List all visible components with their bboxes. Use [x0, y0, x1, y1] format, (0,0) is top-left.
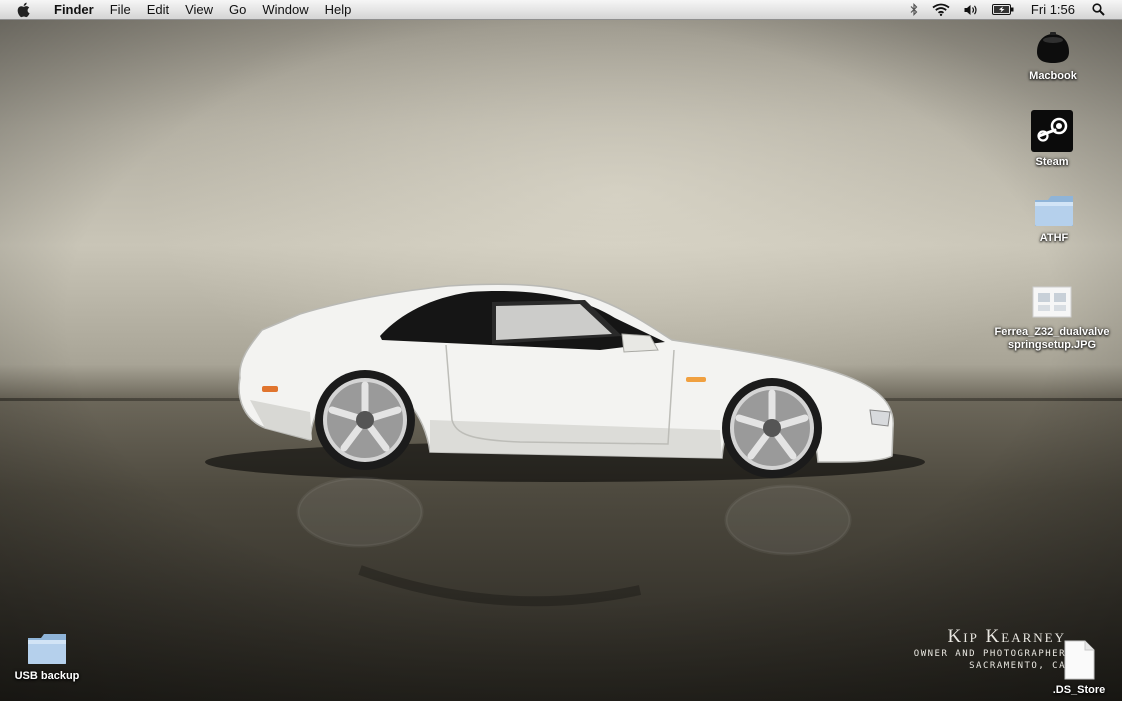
menu-edit[interactable]: Edit: [139, 0, 177, 19]
wifi-icon[interactable]: [932, 0, 950, 19]
desktop-icon-ds-store[interactable]: .DS_Store: [1014, 640, 1122, 697]
desktop-icon-label: Ferrea_Z32_dualvalve: [994, 326, 1110, 338]
menu-view[interactable]: View: [177, 0, 221, 19]
desktop-icon-steam[interactable]: Steam: [987, 110, 1117, 169]
menu-clock[interactable]: Fri 1:56: [1031, 2, 1075, 17]
menu-finder[interactable]: Finder: [42, 0, 102, 19]
menu-file[interactable]: File: [102, 0, 139, 19]
folder-icon: [26, 632, 68, 666]
desktop-icon-ferrea-jpg[interactable]: Ferrea_Z32_dualvalve springsetup.JPG: [987, 286, 1117, 352]
menu-help[interactable]: Help: [317, 0, 360, 19]
wallpaper-car: [205, 283, 925, 607]
menu-bar: Finder File Edit View Go Window Help Fri…: [0, 0, 1122, 20]
desktop-icon-label: Macbook: [1029, 70, 1077, 82]
steam-icon: [1031, 110, 1073, 152]
desktop-icon-label: ATHF: [1039, 232, 1069, 244]
document-icon: [1063, 640, 1095, 680]
volume-icon[interactable]: [964, 0, 978, 19]
desktop-icon-label-line2: springsetup.JPG: [1007, 339, 1097, 351]
apple-logo-icon[interactable]: [16, 0, 32, 19]
desktop-icon-label: USB backup: [14, 670, 80, 682]
spotlight-search-icon[interactable]: [1092, 0, 1105, 19]
battery-charging-icon[interactable]: [991, 0, 1014, 19]
menu-window[interactable]: Window: [254, 0, 316, 19]
jpg-file-icon: [1032, 286, 1072, 318]
desktop-icon-label: .DS_Store: [1052, 684, 1106, 696]
bluetooth-icon[interactable]: [910, 0, 918, 19]
desktop-icon-athf[interactable]: ATHF: [989, 194, 1119, 245]
desktop-icon-macbook[interactable]: Macbook: [988, 30, 1118, 83]
folder-icon: [1033, 194, 1075, 228]
desktop-icon-label: Steam: [1035, 156, 1069, 168]
menu-go[interactable]: Go: [221, 0, 254, 19]
desktop[interactable]: Finder File Edit View Go Window Help Fri…: [0, 0, 1122, 701]
desktop-icon-usb-backup[interactable]: USB backup: [0, 632, 112, 683]
hard-drive-icon: [1031, 30, 1075, 66]
